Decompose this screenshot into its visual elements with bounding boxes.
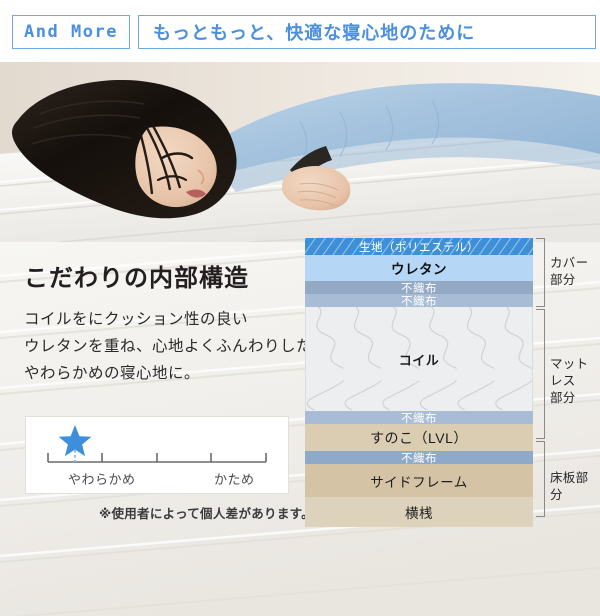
bracket-mattress bbox=[536, 309, 545, 439]
structure-diagram: 生地（ポリエステル） ウレタン 不織布 不織布 コイル 不織布 すのこ（LVL）… bbox=[305, 238, 533, 527]
layer-label: ウレタン bbox=[391, 262, 447, 277]
bracket-label-floorboard: 床板部分 bbox=[550, 470, 600, 504]
headline-text: もっともっと、快適な寝心地のために bbox=[153, 23, 476, 43]
diagram-brackets: カバー 部分 マットレス 部分 床板部分 bbox=[536, 238, 600, 518]
bracket-label-line2: 部分 bbox=[550, 273, 576, 287]
layer-label: 不織布 bbox=[401, 282, 437, 295]
layer-slats-lvl: すのこ（LVL） bbox=[305, 424, 533, 451]
headline-bar: もっともっと、快適な寝心地のために bbox=[138, 15, 596, 49]
layer-nonwoven-1: 不織布 bbox=[305, 281, 533, 294]
layer-urethane: ウレタン bbox=[305, 255, 533, 281]
bracket-floorboard bbox=[536, 441, 545, 517]
layer-nonwoven-3: 不織布 bbox=[305, 411, 533, 424]
scale-label-soft: やわらかめ bbox=[68, 472, 136, 487]
layer-nonwoven-2: 不織布 bbox=[305, 294, 533, 307]
bracket-label-line1: カバー bbox=[550, 256, 589, 270]
bracket-label-line1: 床板部分 bbox=[550, 471, 589, 502]
layer-label: コイル bbox=[398, 352, 440, 368]
and-more-label: And More bbox=[24, 22, 118, 42]
layer-label: 不織布 bbox=[401, 452, 437, 465]
layer-coil: コイル bbox=[305, 307, 533, 411]
scale-label-firm: かため bbox=[214, 472, 255, 487]
body-line-1: コイルをにクッション性の良い bbox=[24, 311, 249, 328]
layer-side-frame: サイドフレーム bbox=[305, 464, 533, 497]
scale-footnote: ※使用者によって個人差があります。 bbox=[99, 507, 315, 521]
body-line-3: やわらかめの寝心地に。 bbox=[24, 365, 201, 382]
section-title: こだわりの内部構造 bbox=[24, 265, 249, 292]
layer-label: すのこ（LVL） bbox=[370, 429, 468, 446]
layer-label: 不織布 bbox=[401, 295, 437, 308]
layer-nonwoven-4: 不織布 bbox=[305, 451, 533, 464]
layer-cross-beam: 横桟 bbox=[305, 497, 533, 527]
layer-fabric: 生地（ポリエステル） bbox=[305, 238, 533, 255]
bracket-label-mattress: マットレス 部分 bbox=[550, 356, 600, 407]
layer-label: 横桟 bbox=[405, 506, 433, 521]
firmness-scale: やわらかめ かため bbox=[25, 416, 289, 494]
hero-photo bbox=[0, 62, 600, 242]
and-more-badge: And More bbox=[12, 15, 130, 49]
layer-label: 生地（ポリエステル） bbox=[359, 241, 479, 254]
bracket-label-line2: 部分 bbox=[550, 391, 576, 405]
hero-photo-illustration bbox=[0, 62, 600, 242]
page-header: And More もっともっと、快適な寝心地のために bbox=[0, 0, 600, 62]
layer-label: 不織布 bbox=[401, 412, 437, 425]
layer-label: サイドフレーム bbox=[370, 474, 468, 490]
body-line-2: ウレタンを重ね、心地よくふんわりした bbox=[24, 338, 313, 355]
bracket-label-cover: カバー 部分 bbox=[550, 255, 588, 289]
section-body: コイルをにクッション性の良い ウレタンを重ね、心地よくふんわりした やわらかめの… bbox=[24, 306, 313, 387]
bracket-label-line1: マットレス bbox=[550, 357, 589, 388]
bracket-cover bbox=[536, 238, 545, 307]
